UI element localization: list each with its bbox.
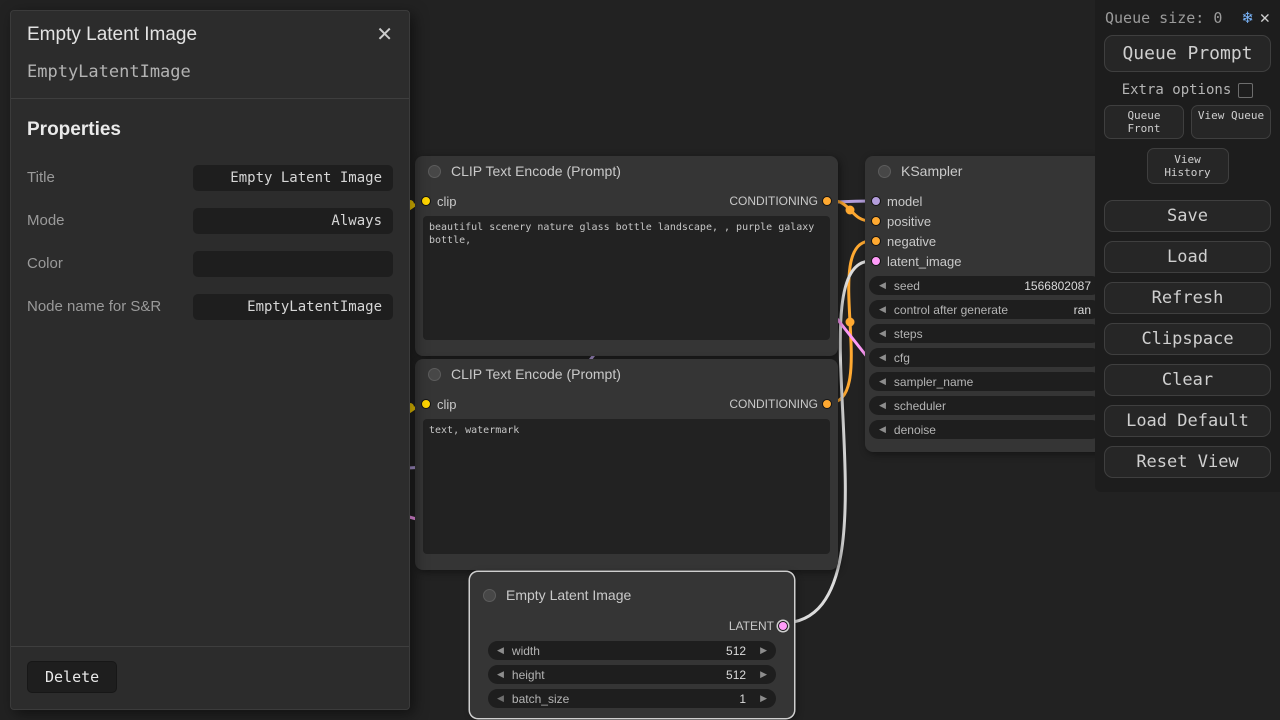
node-header[interactable]: Empty Latent Image xyxy=(470,572,794,607)
widget-denoise[interactable]: ◀ denoise xyxy=(869,420,1101,439)
widget-steps[interactable]: ◀ steps xyxy=(869,324,1101,343)
node-clip-text-encode-positive[interactable]: CLIP Text Encode (Prompt) clip CONDITION… xyxy=(415,156,838,356)
widget-width[interactable]: ◀ width 512 ▶ xyxy=(488,641,776,660)
node-header[interactable]: CLIP Text Encode (Prompt) xyxy=(415,359,838,389)
widget-scheduler[interactable]: ◀ scheduler xyxy=(869,396,1101,415)
slot-row: model xyxy=(865,191,1105,211)
slot-row: negative xyxy=(865,231,1105,251)
input-label-model: model xyxy=(887,194,922,209)
decrement-arrow-icon[interactable]: ◀ xyxy=(497,693,504,704)
slot-row: clip CONDITIONING xyxy=(415,191,838,211)
decrement-arrow-icon[interactable]: ◀ xyxy=(879,352,886,363)
input-label-clip: clip xyxy=(437,194,457,209)
increment-arrow-icon[interactable]: ▶ xyxy=(760,693,767,704)
input-dot-clip[interactable] xyxy=(421,196,431,206)
view-queue-button[interactable]: View Queue xyxy=(1191,105,1271,139)
node-title: Empty Latent Image xyxy=(506,587,631,603)
input-dot-clip[interactable] xyxy=(421,399,431,409)
node-name-sr-field[interactable]: EmptyLatentImage xyxy=(193,294,393,320)
link-dot-positive xyxy=(846,206,855,215)
decrement-arrow-icon[interactable]: ◀ xyxy=(879,424,886,435)
widget-sampler-name[interactable]: ◀ sampler_name xyxy=(869,372,1101,391)
node-header[interactable]: KSampler xyxy=(865,156,1105,186)
collapse-dot-icon[interactable] xyxy=(483,589,496,602)
input-label-positive: positive xyxy=(887,214,931,229)
close-menu-icon[interactable]: ✕ xyxy=(1260,10,1270,27)
widget-seed[interactable]: ◀ seed 1566802087 xyxy=(869,276,1101,295)
load-default-button[interactable]: Load Default xyxy=(1104,405,1271,437)
dialog-node-type: EmptyLatentImage xyxy=(11,54,409,99)
slot-row: clip CONDITIONING xyxy=(415,394,838,414)
positive-prompt-textarea[interactable]: beautiful scenery nature glass bottle la… xyxy=(423,216,830,340)
decrement-arrow-icon[interactable]: ◀ xyxy=(879,304,886,315)
settings-gear-icon[interactable]: ❄ xyxy=(1243,10,1253,27)
input-label-negative: negative xyxy=(887,234,936,249)
node-clip-text-encode-negative[interactable]: CLIP Text Encode (Prompt) clip CONDITION… xyxy=(415,359,838,570)
node-title: CLIP Text Encode (Prompt) xyxy=(451,366,621,382)
properties-section-title: Properties xyxy=(27,119,393,141)
comfy-menu: Queue size: 0 ❄ ✕ Queue Prompt Extra opt… xyxy=(1095,0,1280,492)
output-dot-conditioning[interactable] xyxy=(822,196,832,206)
field-label-title: Title xyxy=(27,168,55,188)
color-field[interactable] xyxy=(193,251,393,277)
decrement-arrow-icon[interactable]: ◀ xyxy=(879,376,886,387)
output-label-conditioning: CONDITIONING xyxy=(729,194,818,208)
collapse-dot-icon[interactable] xyxy=(878,165,891,178)
close-icon[interactable]: ✕ xyxy=(376,25,393,45)
node-properties-dialog: Empty Latent Image ✕ EmptyLatentImage Pr… xyxy=(10,10,410,710)
decrement-arrow-icon[interactable]: ◀ xyxy=(879,328,886,339)
negative-prompt-textarea[interactable]: text, watermark xyxy=(423,419,830,554)
input-dot-positive[interactable] xyxy=(871,216,881,226)
link-dot-negative xyxy=(846,318,855,327)
collapse-dot-icon[interactable] xyxy=(428,165,441,178)
clear-button[interactable]: Clear xyxy=(1104,364,1271,396)
slot-row: positive xyxy=(865,211,1105,231)
mode-select[interactable]: Always xyxy=(193,208,393,234)
save-button[interactable]: Save xyxy=(1104,200,1271,232)
input-dot-negative[interactable] xyxy=(871,236,881,246)
decrement-arrow-icon[interactable]: ◀ xyxy=(497,645,504,656)
queue-front-button[interactable]: Queue Front xyxy=(1104,105,1184,139)
load-button[interactable]: Load xyxy=(1104,241,1271,273)
dialog-title: Empty Latent Image xyxy=(27,24,197,46)
decrement-arrow-icon[interactable]: ◀ xyxy=(497,669,504,680)
clipspace-button[interactable]: Clipspace xyxy=(1104,323,1271,355)
reset-view-button[interactable]: Reset View xyxy=(1104,446,1271,478)
collapse-dot-icon[interactable] xyxy=(428,368,441,381)
node-header[interactable]: CLIP Text Encode (Prompt) xyxy=(415,156,838,186)
field-label-node-name-sr: Node name for S&R xyxy=(27,297,161,317)
node-ksampler[interactable]: KSampler model positive negative latent_… xyxy=(865,156,1105,452)
node-title: KSampler xyxy=(901,163,962,179)
extra-options-label: Extra options xyxy=(1122,82,1232,98)
slot-row: LATENT xyxy=(470,616,794,636)
field-label-color: Color xyxy=(27,254,63,274)
queue-size-label: Queue size: 0 xyxy=(1105,9,1236,27)
refresh-button[interactable]: Refresh xyxy=(1104,282,1271,314)
widget-batch-size[interactable]: ◀ batch_size 1 ▶ xyxy=(488,689,776,708)
input-label-clip: clip xyxy=(437,397,457,412)
node-empty-latent-image[interactable]: Empty Latent Image LATENT ◀ width 512 ▶ … xyxy=(470,572,794,718)
extra-options-checkbox[interactable] xyxy=(1238,83,1253,98)
output-label-latent: LATENT xyxy=(729,619,774,633)
output-label-conditioning: CONDITIONING xyxy=(729,397,818,411)
slot-row: latent_image xyxy=(865,251,1105,271)
delete-button[interactable]: Delete xyxy=(27,661,117,693)
field-label-mode: Mode xyxy=(27,211,65,231)
view-history-button[interactable]: View History xyxy=(1147,148,1229,184)
increment-arrow-icon[interactable]: ▶ xyxy=(760,669,767,680)
queue-prompt-button[interactable]: Queue Prompt xyxy=(1104,35,1271,72)
widget-control-after-generate[interactable]: ◀ control after generate ran xyxy=(869,300,1101,319)
input-label-latent-image: latent_image xyxy=(887,254,961,269)
widget-cfg[interactable]: ◀ cfg xyxy=(869,348,1101,367)
title-field[interactable]: Empty Latent Image xyxy=(193,165,393,191)
increment-arrow-icon[interactable]: ▶ xyxy=(760,645,767,656)
output-dot-conditioning[interactable] xyxy=(822,399,832,409)
input-dot-model[interactable] xyxy=(871,196,881,206)
decrement-arrow-icon[interactable]: ◀ xyxy=(879,280,886,291)
widget-height[interactable]: ◀ height 512 ▶ xyxy=(488,665,776,684)
node-title: CLIP Text Encode (Prompt) xyxy=(451,163,621,179)
decrement-arrow-icon[interactable]: ◀ xyxy=(879,400,886,411)
output-dot-latent[interactable] xyxy=(778,621,788,631)
input-dot-latent-image[interactable] xyxy=(871,256,881,266)
